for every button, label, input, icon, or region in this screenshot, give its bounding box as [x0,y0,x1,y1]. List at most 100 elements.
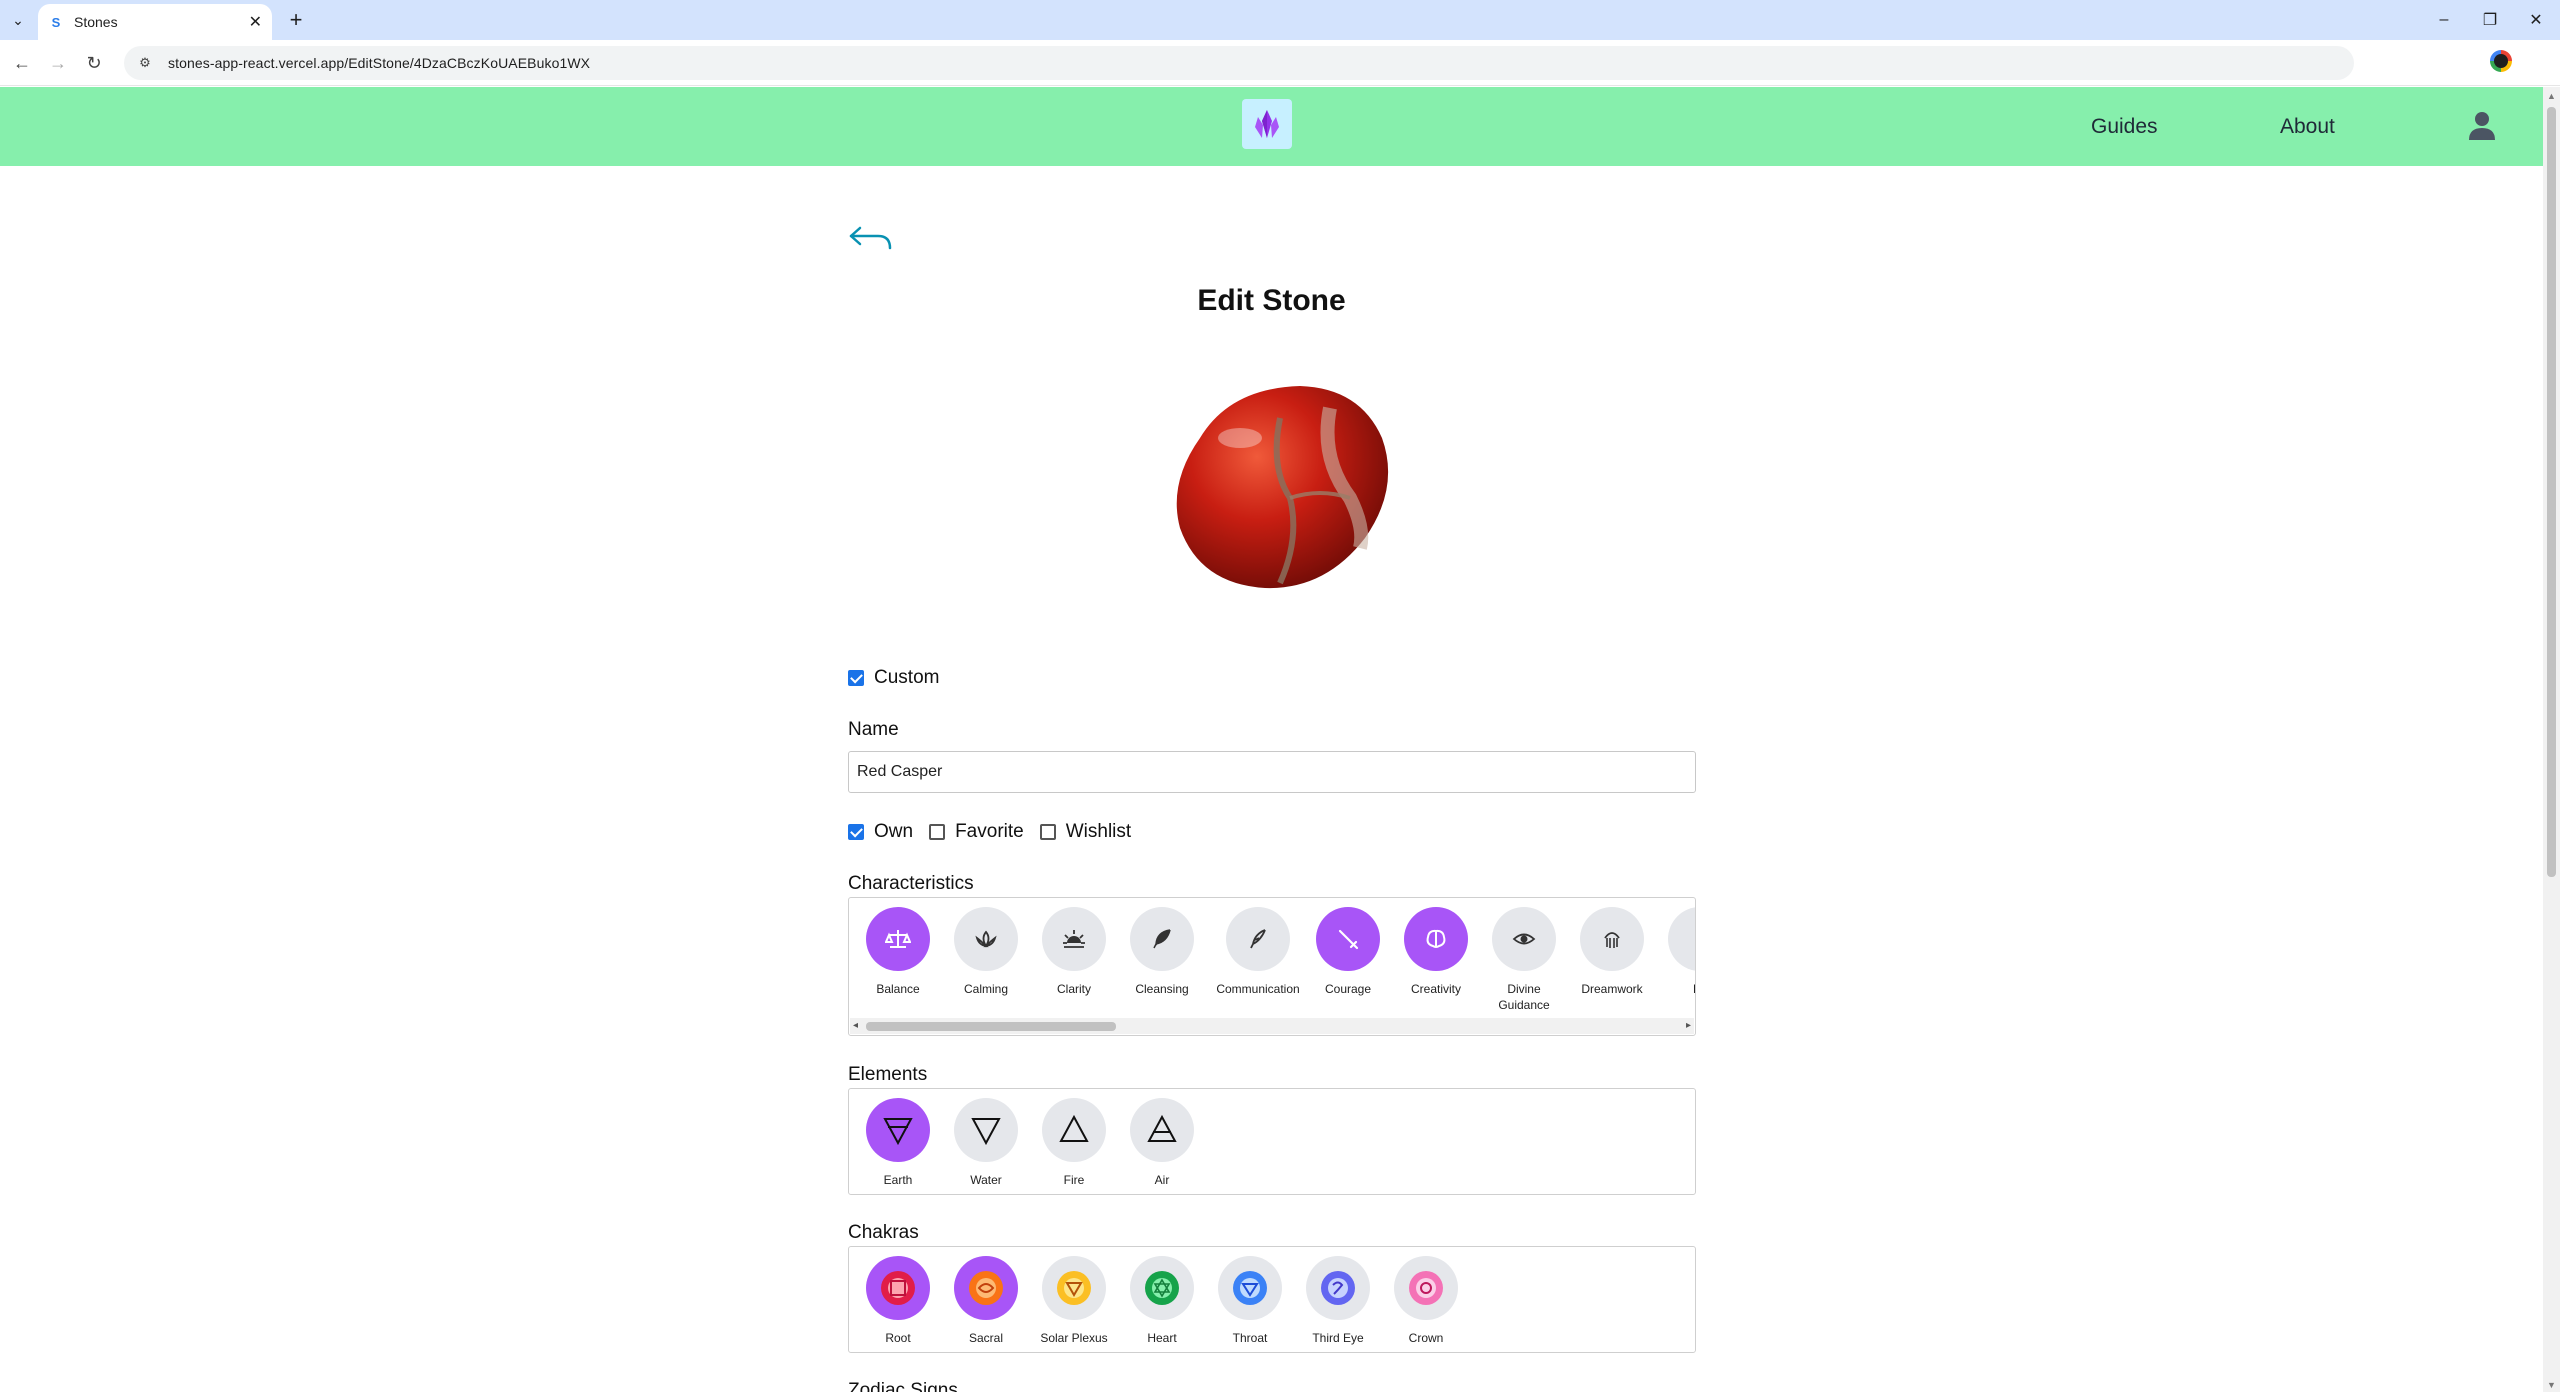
partial-icon [1668,907,1695,971]
scroll-left-arrow-icon[interactable]: ◂ [853,1020,858,1031]
nav-guides-link[interactable]: Guides [2091,115,2158,139]
feather-icon [1130,907,1194,971]
characteristic-label: Balance [876,982,920,996]
scroll-up-arrow-icon[interactable]: ▲ [2547,91,2556,101]
characteristic-partial[interactable]: Fo [1660,907,1695,997]
chakra-label: Root [885,1331,911,1345]
custom-checkbox[interactable] [848,670,864,686]
earth-element-icon [866,1098,930,1162]
dreamcatcher-icon [1580,907,1644,971]
characteristics-horizontal-scrollbar[interactable]: ◂ ▸ [850,1018,1694,1034]
characteristic-communication[interactable]: Communication [1210,907,1306,997]
root-chakra-icon [866,1256,930,1320]
site-favicon-icon: S [51,14,61,30]
address-bar[interactable]: ⚙ stones-app-react.vercel.app/EditStone/… [124,46,2354,80]
air-element-icon [1130,1098,1194,1162]
sword-icon [1316,907,1380,971]
page-title: Edit Stone [1197,284,1346,317]
characteristic-label: Communication [1216,982,1300,996]
own-checkbox[interactable] [848,824,864,840]
characteristic-cleansing[interactable]: Cleansing [1122,907,1202,997]
characteristic-dreamwork[interactable]: Dreamwork [1572,907,1652,997]
wishlist-checkbox[interactable] [1039,824,1056,840]
profile-avatar[interactable] [2490,50,2512,72]
heart-chakra-icon [1130,1256,1194,1320]
chakra-label: Sacral [968,1331,1003,1345]
characteristic-label: Courage [1324,982,1372,996]
quill-icon [1226,907,1290,971]
flags-row: Own Favorite Wishlist [848,821,1147,843]
crystal-logo-icon[interactable] [1242,99,1292,149]
chakra-third-eye[interactable]: Third Eye [1298,1256,1378,1346]
elements-picker: Earth Water Fire Air [848,1088,1696,1195]
tab-close-icon[interactable]: ✕ [249,12,262,32]
nav-about-link[interactable]: About [2280,115,2335,139]
eye-icon [1492,907,1556,971]
new-tab-plus-icon[interactable]: + [282,6,310,34]
element-label: Earth [883,1173,913,1187]
chakra-sacral[interactable]: Sacral [946,1256,1026,1346]
element-air[interactable]: Air [1122,1098,1202,1188]
scrollbar-thumb[interactable] [2547,107,2556,877]
chakra-heart[interactable]: Heart [1122,1256,1202,1346]
characteristic-creativity[interactable]: Creativity [1396,907,1476,997]
tab-search-chevron-icon[interactable]: ⌄ [6,8,30,32]
chakra-throat[interactable]: Throat [1210,1256,1290,1346]
page-scrollbar[interactable]: ▲ ▼ [2543,87,2560,1392]
chakra-label: Crown [1408,1331,1444,1345]
sun-icon [1042,907,1106,971]
element-water[interactable]: Water [946,1098,1026,1188]
url-text: stones-app-react.vercel.app/EditStone/4D… [168,55,591,71]
brain-icon [1404,907,1468,971]
element-label: Fire [1063,1173,1085,1187]
element-fire[interactable]: Fire [1034,1098,1114,1188]
custom-checkbox-row: Custom [848,667,955,689]
element-earth[interactable]: Earth [858,1098,938,1188]
back-arrow-icon[interactable] [848,224,894,254]
characteristic-balance[interactable]: Balance [858,907,938,997]
chakra-label: Solar Plexus [1040,1331,1108,1345]
reload-icon[interactable]: ↻ [80,49,108,77]
app-header: Guides About [0,87,2543,166]
chakra-label: Throat [1232,1331,1268,1345]
characteristic-divine-guidance[interactable]: Divine Guidance [1484,907,1564,1013]
elements-label: Elements [848,1064,928,1085]
element-label: Air [1154,1173,1170,1187]
chakra-crown[interactable]: Crown [1386,1256,1466,1346]
name-label: Name [848,719,899,740]
browser-tab[interactable]: S Stones ✕ [38,4,272,40]
scroll-down-arrow-icon[interactable]: ▼ [2547,1380,2556,1390]
characteristic-calming[interactable]: Calming [946,907,1026,997]
restore-icon[interactable]: ❐ [2470,6,2510,34]
browser-tab-bar: ⌄ S Stones ✕ + – ❐ ✕ [0,0,2560,40]
chakra-solar-plexus[interactable]: Solar Plexus [1034,1256,1114,1346]
wishlist-label: Wishlist [1065,821,1132,842]
window-close-icon[interactable]: ✕ [2516,6,2556,34]
characteristics-picker: Balance Calming Clarity Cleansing Commun… [848,897,1696,1036]
characteristic-label: Calming [963,982,1008,996]
stone-image[interactable] [1160,378,1400,598]
back-nav-icon[interactable]: ← [8,49,36,77]
characteristic-label: Dreamwork [1581,982,1643,996]
characteristic-clarity[interactable]: Clarity [1034,907,1114,997]
characteristic-label: Divine Guidance [1498,982,1550,1012]
scroll-right-arrow-icon[interactable]: ▸ [1686,1020,1691,1031]
element-label: Water [970,1173,1002,1187]
chakras-picker: Root Sacral Solar Plexus Heart Throat Th… [848,1246,1696,1353]
third-eye-chakra-icon [1306,1256,1370,1320]
forward-nav-icon[interactable]: → [44,49,72,77]
user-icon[interactable] [2466,109,2498,141]
characteristic-courage[interactable]: Courage [1308,907,1388,997]
favorite-checkbox[interactable] [929,824,946,840]
chakra-root[interactable]: Root [858,1256,938,1346]
favorite-label: Favorite [955,821,1024,842]
characteristic-label: Creativity [1410,982,1461,996]
throat-chakra-icon [1218,1256,1282,1320]
horizontal-scrollbar-thumb[interactable] [866,1022,1116,1031]
balance-scale-icon [866,907,930,971]
name-input[interactable] [848,751,1696,793]
custom-label: Custom [874,667,940,688]
lotus-icon [954,907,1018,971]
minimize-icon[interactable]: – [2424,6,2464,34]
site-settings-icon[interactable]: ⚙ [136,54,154,72]
